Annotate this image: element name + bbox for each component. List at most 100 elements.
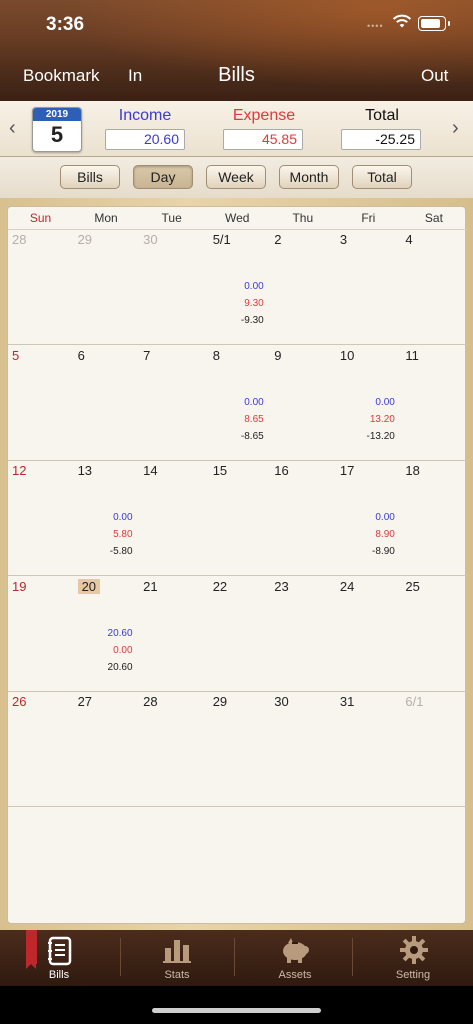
calendar-day-cell[interactable]: 30 [270, 694, 335, 804]
calendar-day-cell[interactable]: 25 [401, 579, 466, 689]
calendar-day-cell[interactable]: 2 [270, 232, 335, 342]
calendar-day-cell[interactable]: 24 [336, 579, 401, 689]
calendar-day-cell[interactable]: 5/1 0.00 9.30 -9.30 [205, 232, 270, 342]
weekday-header: Sun Mon Tue Wed Thu Fri Sat [8, 207, 467, 230]
calendar-day-cell[interactable]: 27 [74, 694, 139, 804]
prev-month-chevron-left-icon[interactable]: ‹ [9, 117, 16, 140]
tabbar-item-assets[interactable]: Assets [236, 930, 354, 986]
in-button[interactable]: In [128, 66, 142, 86]
piggy-bank-icon [283, 938, 309, 963]
tabbar-item-stats[interactable]: Stats [118, 930, 236, 986]
calendar-day-cell[interactable]: 9 [270, 348, 335, 458]
calendar-week-row: 26 27 28 29 30 31 6/1 [8, 691, 467, 807]
expense-value: 45.85 [223, 129, 303, 150]
tabbar-divider [234, 938, 235, 976]
calendar-month-badge[interactable]: 2019 5 [32, 107, 82, 152]
tab-week[interactable]: Week [206, 165, 266, 189]
calendar-day-cell[interactable]: 6 [74, 348, 139, 458]
calendar-week-row: 28 29 30 5/1 0.00 9.30 -9.30 2 3 4 [8, 229, 467, 345]
calendar-day-cell[interactable]: 29 [74, 232, 139, 342]
calendar-week-row: 5 6 7 8 0.00 8.65 -8.65 9 10 0.00 13.20 -13.20 11 [8, 345, 467, 461]
day-expense-amount: 8.90 [375, 529, 395, 540]
calendar-day-cell[interactable]: 21 [139, 579, 204, 689]
calendar-day-number: 12 [12, 463, 27, 478]
calendar-day-number: 21 [143, 578, 158, 594]
calendar-day-cell[interactable]: 17 0.00 8.90 -8.90 [336, 463, 401, 573]
calendar-day-cell[interactable]: 22 [205, 579, 270, 689]
tab-month[interactable]: Month [279, 165, 339, 189]
bookmark-button[interactable]: Bookmark [23, 66, 100, 86]
calendar-day-number: 19 [12, 578, 27, 594]
calendar-day-number: 18 [405, 463, 420, 478]
out-button[interactable]: Out [421, 66, 448, 86]
gear-icon [400, 936, 428, 964]
calendar-day-number: 28 [12, 232, 27, 247]
home-indicator[interactable] [152, 1008, 321, 1013]
calendar-day-number: 9 [274, 347, 282, 363]
tab-day[interactable]: Day [133, 165, 193, 189]
calendar-day-cell[interactable]: 28 [139, 694, 204, 804]
calendar-day-cell[interactable]: 10 0.00 13.20 -13.20 [336, 348, 401, 458]
calendar-day-cell[interactable]: 18 [401, 463, 466, 573]
calendar-day-number: 6/1 [405, 694, 424, 709]
weekday-label: Tue [161, 211, 182, 225]
calendar-day-cell[interactable]: 4 [401, 232, 466, 342]
calendar-day-cell[interactable]: 29 [205, 694, 270, 804]
calendar-day-number: 4 [405, 232, 413, 247]
calendar-day-number: 26 [12, 694, 27, 709]
day-expense-amount: 0.00 [113, 644, 133, 656]
calendar-day-number: 5/1 [212, 232, 231, 247]
calendar-day-cell[interactable]: 19 [8, 579, 73, 689]
day-income-amount: 0.00 [244, 396, 264, 408]
badge-year: 2019 [33, 108, 81, 121]
calendar-day-cell[interactable]: 20 20.60 0.00 20.60 [74, 578, 139, 689]
tabbar-item-bills[interactable]: Bills [0, 930, 118, 986]
calendar-day-cell[interactable]: 11 [401, 348, 466, 458]
calendar-day-number: 2 [274, 232, 282, 247]
calendar-day-cell[interactable]: 15 [205, 463, 270, 573]
calendar-day-number: 27 [77, 694, 93, 709]
calendar-day-cell[interactable]: 3 [336, 232, 401, 342]
calendar-day-number: 8 [212, 347, 220, 363]
calendar-day-cell[interactable]: 5 [8, 348, 73, 458]
calendar-day-cell[interactable]: 30 [139, 232, 204, 342]
calendar-day-cell[interactable]: 14 [139, 463, 204, 573]
tabbar-label-setting: Setting [395, 969, 431, 981]
day-income-amount: 0.00 [375, 396, 395, 408]
calendar-day-number: 13 [77, 463, 93, 478]
day-total-amount: -9.30 [240, 315, 264, 326]
calendar-day-number: 28 [143, 694, 158, 709]
tabbar-label-bills: Bills [48, 969, 70, 981]
home-indicator-area [0, 986, 473, 1024]
weekday-label: Thu [292, 211, 314, 225]
battery-icon [418, 16, 450, 31]
calendar-day-cell[interactable]: 26 [8, 694, 73, 804]
weekday-label: Sat [424, 211, 443, 225]
calendar-day-cell[interactable]: 28 [8, 232, 73, 342]
calendar-day-cell[interactable]: 12 [8, 463, 73, 573]
badge-month: 5 [50, 122, 64, 147]
calendar-day-cell[interactable]: 7 [139, 348, 204, 458]
day-income-amount: 20.60 [107, 627, 133, 639]
tabbar-label-assets: Assets [278, 969, 312, 981]
bookmark-ribbon-icon [26, 930, 37, 969]
tab-bills[interactable]: Bills [60, 165, 120, 189]
calendar-day-cell[interactable]: 8 0.00 8.65 -8.65 [205, 348, 270, 458]
tab-total[interactable]: Total [352, 165, 412, 189]
calendar-day-cell[interactable]: 23 [270, 579, 335, 689]
calendar-day-cell[interactable]: 13 0.00 5.80 -5.80 [74, 463, 139, 573]
calendar-day-number: 3 [339, 232, 348, 247]
tabbar-item-setting[interactable]: Setting [354, 930, 472, 986]
day-income-amount: 0.00 [113, 512, 133, 523]
calendar-day-cell[interactable]: 6/1 [401, 694, 466, 804]
calendar-day-number: 17 [339, 463, 355, 478]
calendar-day-cell[interactable]: 16 [270, 463, 335, 573]
calendar-day-cell[interactable]: 31 [336, 694, 401, 804]
next-month-chevron-right-icon[interactable]: › [452, 117, 459, 140]
wifi-icon [392, 14, 412, 34]
day-income-amount: 0.00 [375, 512, 395, 523]
calendar-day-number: 30 [143, 232, 158, 247]
calendar-day-number: 29 [77, 232, 93, 247]
day-income-amount: 0.00 [244, 281, 264, 292]
cellular-signal-icon: •••• [367, 21, 384, 31]
